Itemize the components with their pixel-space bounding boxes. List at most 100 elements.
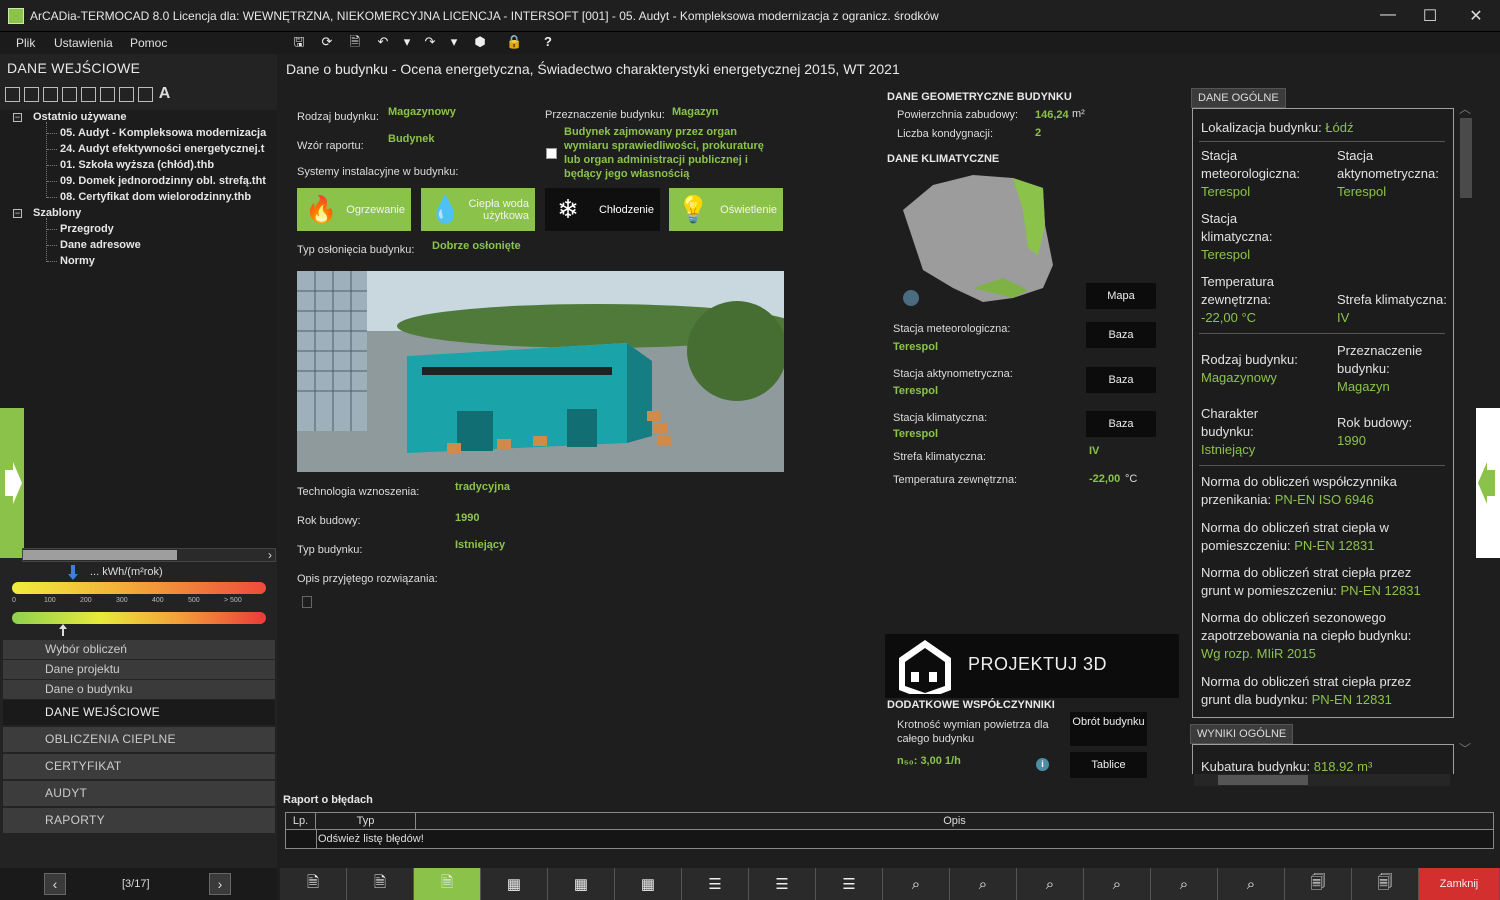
copy-icon[interactable] — [119, 87, 134, 102]
stacja-klim-value[interactable]: Terespol — [893, 428, 938, 440]
table-3-icon[interactable]: ▦ — [615, 868, 682, 900]
strefa-value[interactable]: IV — [1089, 445, 1099, 457]
maximize-button[interactable]: ☐ — [1420, 6, 1440, 26]
save-icon[interactable]: 🖫 — [291, 34, 307, 50]
meteo-value[interactable]: Terespol — [893, 341, 938, 353]
scroll-thumb[interactable] — [1460, 118, 1472, 198]
list-3-icon[interactable]: ☰ — [816, 868, 883, 900]
lock-icon[interactable]: 🔒 — [506, 34, 522, 50]
undo-dropdown-icon[interactable]: ▾ — [399, 34, 415, 50]
refresh-errors-link[interactable]: Odśwież listę błędów! — [318, 833, 424, 845]
section-raporty[interactable]: RAPORTY — [3, 808, 275, 833]
collapse-left-panel-button[interactable] — [0, 408, 24, 558]
redo-icon[interactable]: ↷ — [422, 34, 438, 50]
tools-icon[interactable] — [138, 87, 153, 102]
tree-item-recent[interactable]: 09. Domek jednorodzinny obl. strefą.tht — [60, 175, 276, 187]
redo-dropdown-icon[interactable]: ▾ — [446, 34, 462, 50]
save-as-icon[interactable] — [81, 87, 96, 102]
document-icon[interactable]: 🗎 — [347, 34, 363, 50]
przeznaczenie-value[interactable]: Magazyn — [672, 106, 718, 118]
preview-6-icon[interactable]: ⌕ — [1218, 868, 1285, 900]
menu-ustawienia[interactable]: Ustawienia — [54, 36, 113, 50]
tablice-button[interactable]: Tablice — [1070, 752, 1147, 778]
section-audyt[interactable]: AUDYT — [3, 781, 275, 806]
menu-plik[interactable]: Plik — [16, 36, 35, 50]
preview-2-icon[interactable]: ⌕ — [950, 868, 1017, 900]
nav-dane-o-budynku[interactable]: Dane o budynku — [3, 680, 275, 699]
expand-right-panel-button[interactable] — [1476, 408, 1500, 558]
tab-dane-ogolne[interactable]: DANE OGÓLNE — [1191, 88, 1286, 108]
print-1-icon[interactable]: 🗐 — [1285, 868, 1352, 900]
scroll-down-icon[interactable]: ﹀ — [1459, 740, 1471, 757]
scroll-thumb[interactable] — [23, 550, 177, 560]
scroll-up-icon[interactable]: ︿ — [1459, 100, 1471, 117]
section-obliczenia-cieplne[interactable]: OBLICZENIA CIEPLNE — [3, 727, 275, 752]
tree-item-template[interactable]: Normy — [60, 255, 95, 267]
tree-item-recent[interactable]: 01. Szkoła wyższa (chłód).thb — [60, 159, 276, 171]
section-certyfikat[interactable]: CERTYFIKAT — [3, 754, 275, 779]
help-icon[interactable]: ? — [540, 34, 556, 50]
mapa-button[interactable]: Mapa — [1086, 283, 1156, 309]
tree-item-recent[interactable]: 05. Audyt - Kompleksowa modernizacja — [60, 127, 276, 139]
report-doc-1-icon[interactable]: 🗎 — [280, 868, 347, 900]
baza-meteo-button[interactable]: Baza — [1086, 322, 1156, 348]
table-2-icon[interactable]: ▦ — [548, 868, 615, 900]
expand-recent-toggle[interactable]: − — [13, 113, 22, 122]
oslonienie-value[interactable]: Dobrze osłonięte — [432, 240, 521, 252]
list-2-icon[interactable]: ☰ — [749, 868, 816, 900]
kondygnacje-value[interactable]: 2 — [1035, 127, 1041, 139]
poland-map[interactable] — [893, 170, 1063, 312]
expand-templates-toggle[interactable]: − — [13, 209, 22, 218]
tree-item-recent[interactable]: 08. Certyfikat dom wielorodzinny.thb — [60, 191, 276, 203]
n50-value[interactable]: n₅₀: 3,00 1/h — [897, 755, 961, 767]
print-2-icon[interactable]: 🗐 — [1352, 868, 1419, 900]
tree-item-recent[interactable]: 24. Audyt efektywności energetycznej.t — [60, 143, 276, 155]
open-folder-icon[interactable] — [100, 87, 115, 102]
minimize-button[interactable]: — — [1378, 6, 1398, 24]
scroll-right-icon[interactable]: › — [268, 548, 272, 562]
preview-5-icon[interactable]: ⌕ — [1151, 868, 1218, 900]
report-doc-3-icon[interactable]: 🗎 — [414, 868, 481, 900]
close-button[interactable]: Zamknij — [1419, 868, 1500, 900]
menu-pomoc[interactable]: Pomoc — [130, 36, 167, 50]
refresh-icon[interactable]: ⟳ — [319, 34, 335, 50]
system-ogrzewanie-button[interactable]: 🔥 Ogrzewanie — [297, 188, 411, 231]
rok-budowy-value[interactable]: 1990 — [455, 512, 479, 524]
prev-page-button[interactable]: ‹ — [44, 873, 66, 895]
new-file-icon[interactable] — [5, 87, 20, 102]
preview-4-icon[interactable]: ⌕ — [1084, 868, 1151, 900]
undo-icon[interactable]: ↶ — [375, 34, 391, 50]
preview-3-icon[interactable]: ⌕ — [1017, 868, 1084, 900]
scroll-thumb[interactable] — [1218, 775, 1308, 785]
report-doc-2-icon[interactable]: 🗎 — [347, 868, 414, 900]
opis-document-icon[interactable] — [302, 596, 312, 608]
system-cwu-button[interactable]: 💧 Ciepła woda użytkowa — [421, 188, 535, 231]
preview-1-icon[interactable]: ⌕ — [883, 868, 950, 900]
projektuj-3d-button[interactable]: PROJEKTUJ 3D — [885, 634, 1179, 698]
obrot-budynku-button[interactable]: Obrót budynku — [1070, 712, 1147, 746]
system-chlodzenie-button[interactable]: ❄ Chłodzenie — [545, 188, 660, 231]
tree-node-templates[interactable]: Szablony — [33, 207, 81, 219]
info-icon[interactable]: i — [1036, 758, 1049, 771]
list-1-icon[interactable]: ☰ — [682, 868, 749, 900]
baza-klim-button[interactable]: Baza — [1086, 411, 1156, 437]
save-file-icon[interactable] — [62, 87, 77, 102]
table-1-icon[interactable]: ▦ — [481, 868, 548, 900]
right-vertical-scrollbar[interactable]: ︿ ﹀ — [1458, 100, 1474, 760]
new-template-icon[interactable] — [24, 87, 39, 102]
open-icon[interactable] — [43, 87, 58, 102]
right-horizontal-scrollbar[interactable] — [1194, 774, 1450, 786]
organ-checkbox[interactable] — [546, 148, 557, 159]
section-dane-wejsciowe[interactable]: DANE WEJŚCIOWE — [3, 700, 275, 725]
typ-budynku-value[interactable]: Istniejący — [455, 539, 505, 551]
3d-box-icon[interactable]: ⬢ — [472, 34, 488, 50]
system-oswietlenie-button[interactable]: 💡 Oświetlenie — [669, 188, 783, 231]
font-icon[interactable]: A — [157, 86, 172, 102]
tree-horizontal-scrollbar[interactable]: › — [22, 548, 276, 562]
tree-node-recent[interactable]: Ostatnio używane — [33, 111, 127, 123]
nav-wybor-obliczen[interactable]: Wybór obliczeń — [3, 640, 275, 659]
rodzaj-value[interactable]: Magazynowy — [388, 106, 456, 118]
baza-akty-button[interactable]: Baza — [1086, 367, 1156, 393]
akty-value[interactable]: Terespol — [893, 385, 938, 397]
tree-item-template[interactable]: Przegrody — [60, 223, 114, 235]
